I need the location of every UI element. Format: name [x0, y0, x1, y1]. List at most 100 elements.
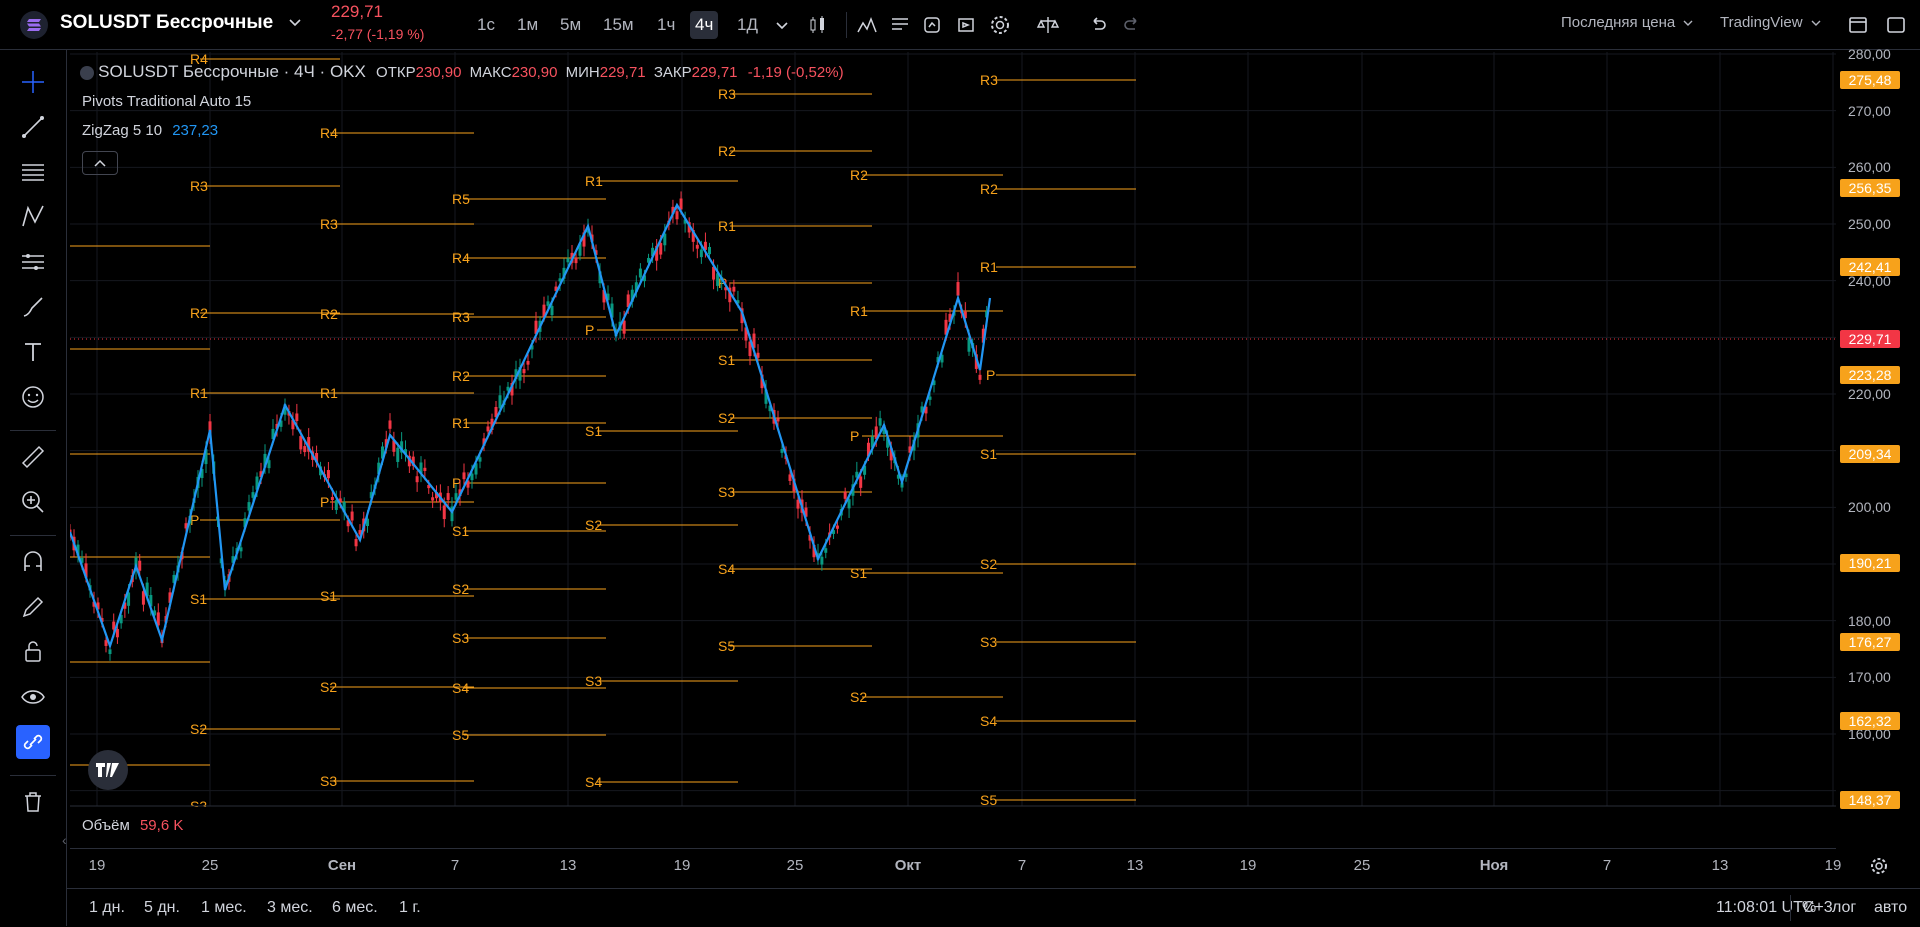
candle-body — [415, 476, 419, 483]
pivot-label: R1 — [850, 303, 868, 319]
range-1y[interactable]: 1 г. — [399, 899, 421, 917]
settings-gear-icon[interactable] — [988, 13, 1012, 37]
time-tick: 13 — [559, 857, 577, 874]
replay-icon[interactable] — [954, 13, 978, 37]
tf-1s[interactable]: 1с — [472, 11, 500, 39]
legend-title[interactable]: SOLUSDT Бессрочные · 4Ч · OKX — [98, 62, 366, 81]
redo-icon[interactable] — [1120, 13, 1144, 37]
magnet-icon[interactable] — [16, 545, 50, 579]
tf-5m[interactable]: 5м — [555, 11, 586, 39]
undo-icon[interactable] — [1086, 13, 1110, 37]
indicators-icon[interactable] — [855, 13, 879, 37]
tf-15m[interactable]: 15м — [598, 11, 639, 39]
eye-icon[interactable] — [16, 680, 50, 714]
percent-toggle[interactable]: % — [1802, 899, 1816, 917]
log-toggle[interactable]: лог — [1832, 899, 1856, 917]
pivot-label: R4 — [452, 250, 470, 266]
trash-icon[interactable] — [16, 785, 50, 819]
pivot-label: S2 — [320, 679, 337, 695]
candle-body — [878, 418, 882, 426]
timeframe-chevron-down-icon[interactable] — [770, 13, 794, 37]
indicator-pivots[interactable]: Pivots Traditional Auto 15 — [82, 93, 251, 110]
range-3m[interactable]: 3 мес. — [267, 899, 313, 917]
candle-body — [820, 556, 824, 565]
legend-symbol-icon — [80, 66, 94, 81]
price-tag: 209,34 — [1840, 445, 1900, 464]
candles-type-icon[interactable] — [806, 13, 830, 37]
legend-collapse-button[interactable] — [82, 151, 118, 175]
candles — [70, 191, 989, 661]
zigzag-name: ZigZag 5 10 — [82, 122, 163, 139]
link-icon[interactable] — [16, 725, 50, 759]
candle-body — [267, 460, 271, 469]
range-6m[interactable]: 6 мес. — [332, 899, 378, 917]
price-tick: 170,00 — [1848, 669, 1891, 686]
price-tick: 200,00 — [1848, 499, 1891, 516]
price-tick: 260,00 — [1848, 159, 1891, 176]
crosshair-icon[interactable] — [16, 65, 50, 99]
pivot-label: P — [850, 428, 859, 444]
fib-icon[interactable] — [16, 155, 50, 189]
brush-icon[interactable] — [16, 290, 50, 324]
candle-body — [350, 511, 354, 521]
symbol-logo-icon[interactable] — [20, 11, 48, 39]
indicator-zigzag[interactable]: ZigZag 5 10 237,23 — [82, 122, 218, 139]
ruler-icon[interactable] — [16, 440, 50, 474]
alert-icon[interactable] — [920, 13, 944, 37]
lock-draw-icon[interactable] — [16, 590, 50, 624]
range-5d[interactable]: 5 дн. — [144, 899, 180, 917]
layout-window-icon[interactable] — [1846, 13, 1870, 37]
time-tick: 13 — [1126, 857, 1144, 874]
pivot-label: R2 — [980, 181, 998, 197]
auto-toggle[interactable]: авто — [1874, 899, 1907, 917]
close-label: ЗАКР — [653, 64, 692, 81]
emoji-icon[interactable] — [16, 380, 50, 414]
trendline-icon[interactable] — [16, 110, 50, 144]
candle-body — [835, 525, 839, 529]
zoom-icon[interactable] — [16, 485, 50, 519]
pivot-label: S2 — [585, 517, 602, 533]
symbol-name[interactable]: SOLUSDT Бессрочные — [60, 12, 273, 34]
sidebar-collapse-chevron-icon[interactable]: ‹ — [62, 832, 67, 848]
candle-body — [550, 305, 554, 316]
tradingview-logo-icon[interactable] — [88, 750, 128, 790]
price-type-dropdown[interactable]: Последняя цена — [1561, 14, 1693, 31]
pivot-label: S3 — [452, 630, 469, 646]
tf-1h[interactable]: 1ч — [652, 11, 680, 39]
legend-change: -1,19 (-0,52%) — [747, 64, 844, 81]
price-tag: 229,71 — [1840, 329, 1900, 348]
templates-icon[interactable] — [888, 13, 912, 37]
pivot-label: S1 — [850, 565, 867, 581]
pivot-label: S4 — [585, 774, 602, 790]
range-1m[interactable]: 1 мес. — [201, 899, 247, 917]
volume-legend[interactable]: Объём 59,6 K — [82, 817, 183, 834]
price-axis[interactable]: 280,00270,00260,00250,00240,00220,00210,… — [1836, 46, 1920, 826]
pivot-label: R3 — [452, 309, 470, 325]
tf-1d[interactable]: 1Д — [732, 11, 763, 39]
time-axis[interactable]: 19 25 Сен 7 13 19 25 Окт 7 13 19 25 Ноя 7 13 19 — [70, 848, 1841, 879]
candle-body — [695, 244, 699, 249]
tf-4h[interactable]: 4ч — [690, 11, 719, 39]
time-tick: 7 — [1017, 857, 1027, 874]
projection-icon[interactable] — [16, 245, 50, 279]
pivot-label: S1 — [190, 591, 207, 607]
pattern-icon[interactable] — [16, 200, 50, 234]
pivot-label: R3 — [718, 86, 736, 102]
provider-dropdown[interactable]: TradingView — [1720, 14, 1821, 31]
candle-body — [108, 649, 112, 655]
symbol-chevron-down-icon[interactable] — [288, 15, 302, 31]
tf-1m[interactable]: 1м — [512, 11, 543, 39]
fullscreen-icon[interactable] — [1884, 13, 1908, 37]
time-tick: Окт — [894, 857, 922, 874]
bottom-toolbar: 1 дн. 5 дн. 1 мес. 3 мес. 6 мес. 1 г. 11… — [66, 888, 1920, 927]
axis-settings-gear-icon[interactable] — [1868, 855, 1890, 880]
lock-icon[interactable] — [16, 635, 50, 669]
range-1d[interactable]: 1 дн. — [89, 899, 125, 917]
price-chart[interactable]: R4R3R2R1PS1S2S3R4R3R2R1PS1S2S3R5R4R3R2R1… — [70, 52, 1836, 807]
price-tag: 242,41 — [1840, 258, 1900, 276]
candle-body — [138, 560, 142, 571]
text-icon[interactable] — [16, 335, 50, 369]
compare-scales-icon[interactable] — [1036, 13, 1060, 37]
candle-body — [638, 268, 642, 278]
high-value: 230,90 — [511, 64, 558, 81]
